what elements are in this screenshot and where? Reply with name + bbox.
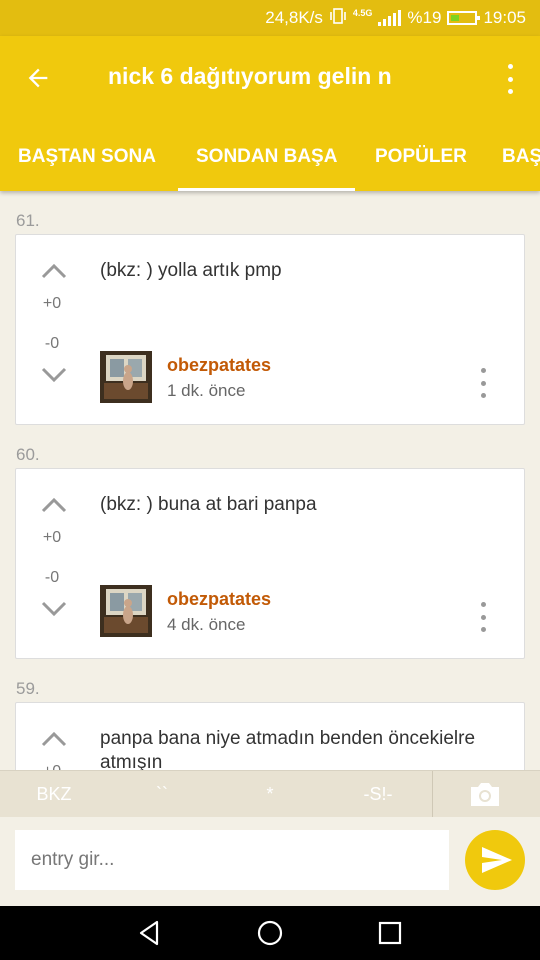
app-bar: nick 6 dağıtıyorum gelin n BAŞTAN SONA S…	[0, 36, 540, 191]
avatar[interactable]	[100, 585, 152, 637]
star-button[interactable]: *	[230, 771, 310, 818]
tab-bastan-sona[interactable]: BAŞTAN SONA	[18, 132, 156, 191]
entry-card: +0 panpa bana niye atmadın benden önceki…	[15, 702, 525, 770]
bkz-button[interactable]: BKZ	[14, 771, 94, 818]
avatar[interactable]	[100, 351, 152, 403]
send-button[interactable]	[465, 830, 525, 890]
camera-icon[interactable]	[468, 780, 502, 808]
downvote-icon[interactable]	[40, 365, 68, 385]
entry-menu-icon[interactable]	[478, 368, 488, 398]
entry-time: 4 dk. önce	[167, 615, 246, 634]
tab-populer[interactable]: POPÜLER	[375, 132, 467, 191]
entry-menu-icon[interactable]	[478, 602, 488, 632]
entry-text: (bkz: ) yolla artık pmp	[100, 260, 282, 281]
entry-number: 59.	[16, 679, 40, 698]
entry-time: 1 dk. önce	[167, 381, 246, 400]
clock: 19:05	[483, 8, 526, 27]
format-toolbar: BKZ `` * -S!-	[0, 770, 540, 818]
backtick-button[interactable]: ``	[122, 771, 202, 818]
arrow-back-icon[interactable]	[24, 58, 60, 98]
network-type: 4.5G	[352, 8, 373, 18]
signal-icon	[378, 10, 402, 26]
upvote-count: +0	[34, 763, 70, 770]
tab-bas[interactable]: BAŞ	[502, 132, 540, 191]
upvote-icon[interactable]	[40, 261, 68, 281]
send-icon	[482, 847, 512, 873]
downvote-count: -0	[44, 569, 60, 586]
entry-input-bar	[0, 817, 540, 906]
entry-card: +0 -0 (bkz: ) buna at bari panpa obezpat…	[15, 468, 525, 659]
battery-percent: %19	[407, 8, 442, 27]
upvote-icon[interactable]	[40, 729, 68, 749]
entry-text: panpa bana niye atmadın benden öncekielr…	[100, 728, 476, 770]
toolbar-divider	[432, 771, 433, 818]
battery-charging-icon	[447, 11, 481, 25]
downvote-count: -0	[44, 335, 60, 352]
tab-bar: BAŞTAN SONA SONDAN BAŞA POPÜLER BAŞ	[0, 132, 540, 191]
status-bar: 24,8K/s 4.5G %19 19:05	[0, 0, 540, 36]
nav-back-icon[interactable]	[135, 918, 165, 948]
entry-input[interactable]	[15, 830, 449, 890]
downvote-icon[interactable]	[40, 599, 68, 619]
entry-card: +0 -0 (bkz: ) yolla artık pmp obezpatate…	[15, 234, 525, 425]
spoiler-button[interactable]: -S!-	[338, 771, 418, 818]
entry-number: 61.	[16, 211, 40, 230]
entry-list: 61. +0 -0 (bkz: ) yolla artık pmp obezpa…	[0, 191, 540, 770]
upvote-icon[interactable]	[40, 495, 68, 515]
page-title: nick 6 dağıtıyorum gelin n	[108, 63, 392, 89]
tab-sondan-basa[interactable]: SONDAN BAŞA	[177, 132, 356, 191]
entry-number: 60.	[16, 445, 40, 464]
entry-author[interactable]: obezpatates	[167, 589, 271, 610]
entry-author[interactable]: obezpatates	[167, 355, 271, 376]
nav-recents-icon[interactable]	[375, 918, 405, 948]
upvote-count: +0	[42, 529, 62, 546]
entry-text: (bkz: ) buna at bari panpa	[100, 494, 317, 515]
more-vert-icon[interactable]	[502, 64, 518, 94]
system-nav-bar	[0, 906, 540, 960]
vibrate-icon	[329, 7, 347, 29]
upvote-count: +0	[42, 295, 62, 312]
nav-home-icon[interactable]	[255, 918, 285, 948]
net-speed: 24,8K/s	[265, 8, 323, 27]
